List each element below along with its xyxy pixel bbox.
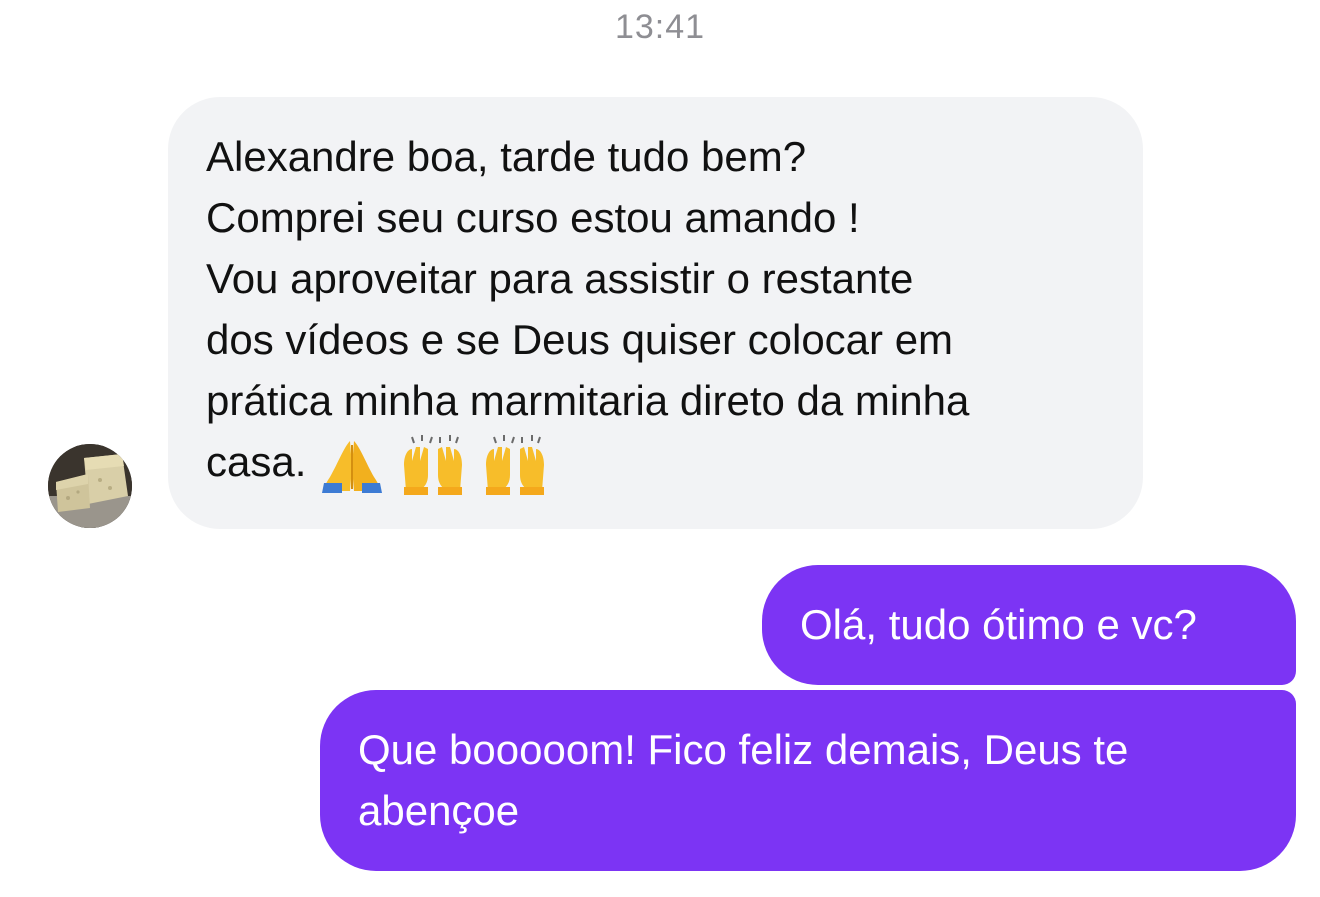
message-line: Alexandre boa, tarde tudo bem? — [206, 133, 807, 180]
message-line-last: casa. — [206, 431, 1105, 497]
raising-hands-emoji-icon — [404, 435, 463, 496]
raising-hands-emoji-icon — [485, 435, 544, 496]
message-line: abençoe — [358, 787, 520, 834]
emoji-row — [320, 432, 551, 497]
contact-avatar[interactable] — [48, 444, 132, 528]
message-timestamp: 13:41 — [614, 8, 706, 46]
outgoing-message-bubble[interactable]: Olá, tudo ótimo e vc? — [762, 565, 1296, 685]
message-line: prática minha marmitaria direto da minha — [206, 377, 970, 424]
message-line: Que booooom! Fico feliz demais, Deus te — [358, 726, 1129, 773]
message-line: dos vídeos e se Deus quiser colocar em — [206, 316, 954, 363]
folded-hands-emoji-icon — [322, 441, 383, 494]
message-line: Vou aproveitar para assistir o restante — [206, 255, 914, 302]
message-line-text: casa. — [206, 438, 307, 485]
cake-photo-avatar-icon — [48, 444, 132, 528]
message-text: Olá, tudo ótimo e vc? — [800, 601, 1197, 648]
incoming-message-bubble[interactable]: Alexandre boa, tarde tudo bem? Comprei s… — [168, 97, 1143, 529]
message-line: Comprei seu curso estou amando ! — [206, 194, 860, 241]
outgoing-message-bubble[interactable]: Que booooom! Fico feliz demais, Deus te … — [320, 690, 1296, 871]
